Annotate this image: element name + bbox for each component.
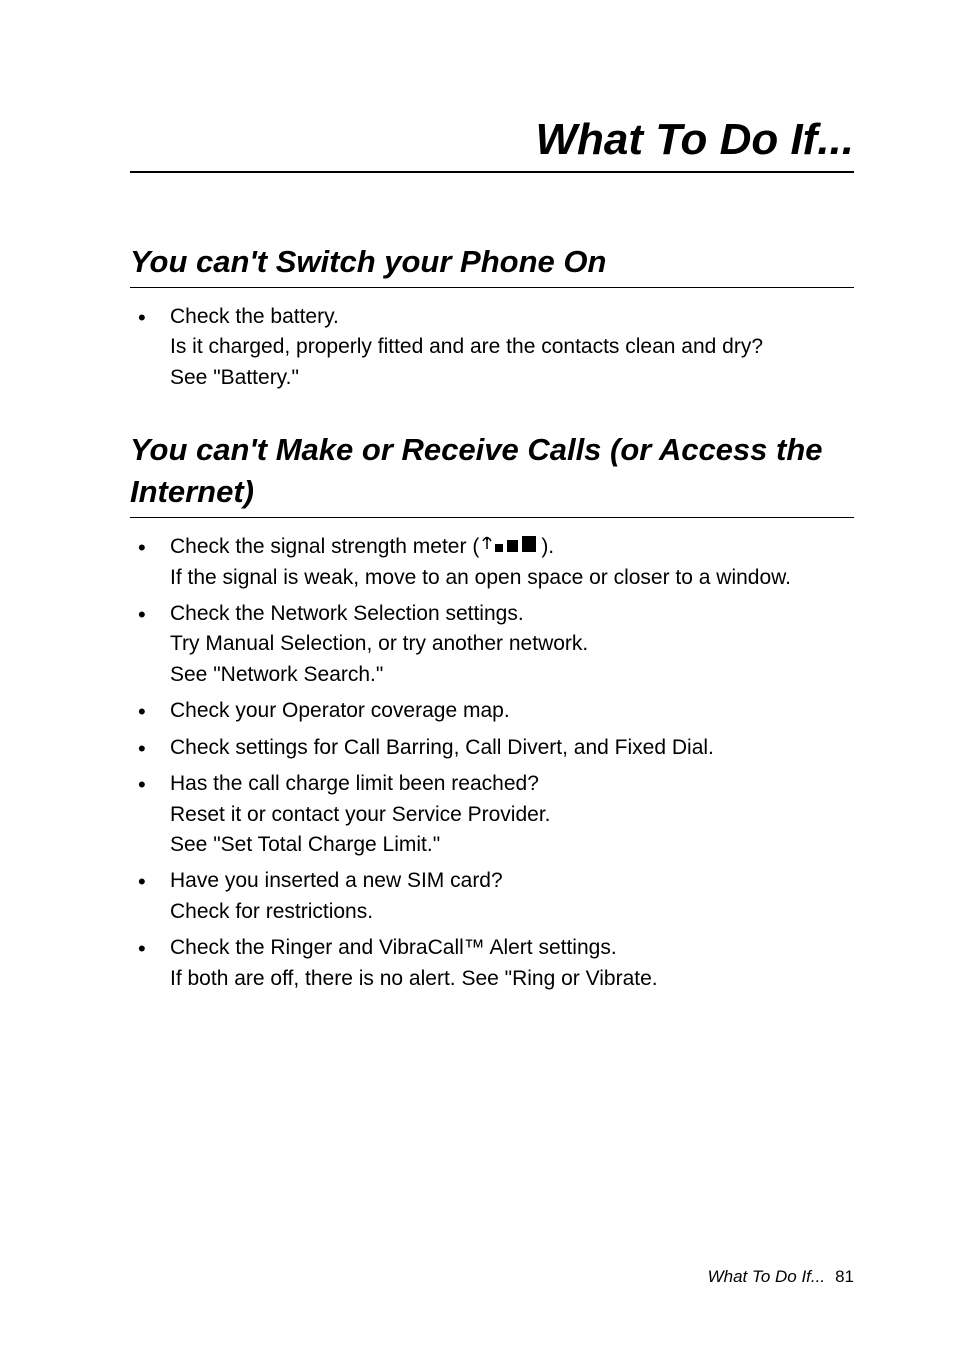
list-line: Have you inserted a new SIM card? [170,869,503,892]
bullet-list: Check the signal strength meter (). If t… [130,532,854,994]
bullet-list: Check the battery. Is it charged, proper… [130,302,854,393]
list-item: Check the Ringer and VibraCall™ Alert se… [130,933,854,994]
section-heading: You can't Switch your Phone On [130,241,854,288]
list-line: If both are off, there is no alert. See … [170,967,658,990]
list-line: Reset it or contact your Service Provide… [170,803,551,826]
list-item: Check the signal strength meter (). If t… [130,532,854,593]
list-line: Check for restrictions. [170,900,373,923]
page-title: What To Do If... [130,115,854,173]
list-item: Check your Operator coverage map. [130,696,854,726]
list-item: Check the Network Selection settings. Tr… [130,599,854,690]
list-line: If the signal is weak, move to an open s… [170,566,791,589]
list-line: Check your Operator coverage map. [170,699,510,722]
list-line: Check the signal strength meter ( [170,535,479,558]
list-item: Has the call charge limit been reached? … [130,769,854,860]
page-footer: What To Do If... 81 [708,1267,854,1287]
list-line: Is it charged, properly fitted and are t… [170,335,763,358]
list-item: Check settings for Call Barring, Call Di… [130,733,854,763]
section-heading: You can't Make or Receive Calls (or Acce… [130,429,854,518]
list-line: See "Network Search." [170,663,383,686]
list-line: Check settings for Call Barring, Call Di… [170,736,714,759]
signal-strength-icon [481,532,539,562]
list-line: See "Set Total Charge Limit." [170,833,440,856]
section-switch-on: You can't Switch your Phone On Check the… [130,241,854,393]
list-line: Check the Network Selection settings. [170,602,524,625]
list-line: See "Battery." [170,366,299,389]
footer-label: What To Do If... [708,1267,825,1286]
list-item: Have you inserted a new SIM card? Check … [130,866,854,927]
page-number: 81 [835,1267,854,1286]
list-line: Check the Ringer and VibraCall™ Alert se… [170,936,617,959]
list-line: Has the call charge limit been reached? [170,772,539,795]
list-line: ). [541,535,554,558]
section-calls-internet: You can't Make or Receive Calls (or Acce… [130,429,854,994]
list-line: Check the battery. [170,305,339,328]
list-line: Try Manual Selection, or try another net… [170,632,588,655]
list-item: Check the battery. Is it charged, proper… [130,302,854,393]
